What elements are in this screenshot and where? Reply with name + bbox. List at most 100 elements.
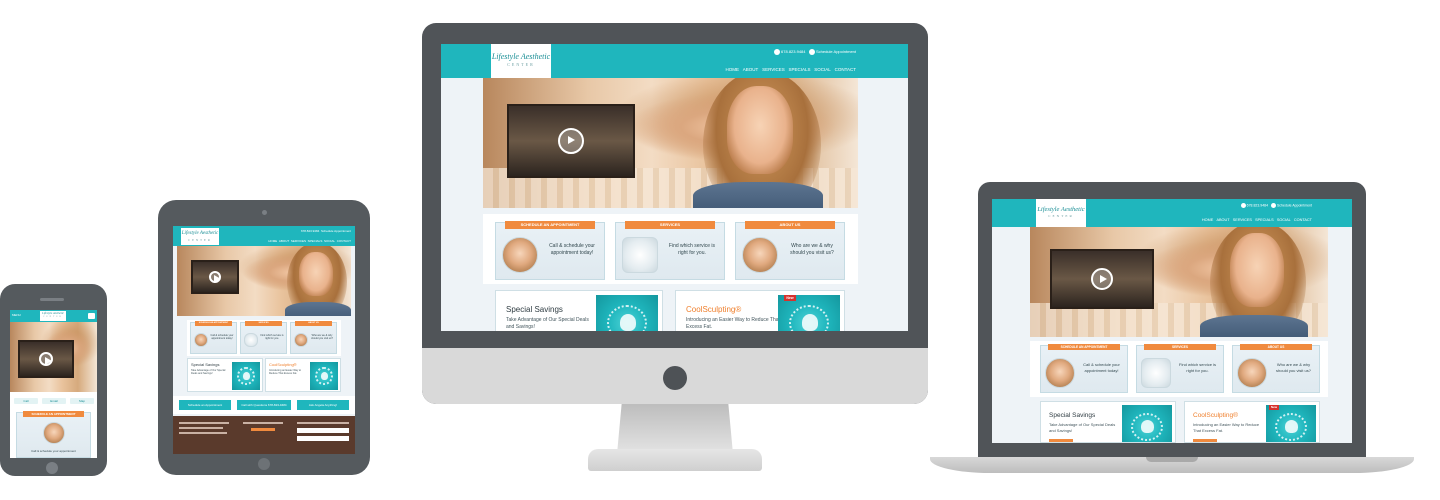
promo-title: Special Savings [191,362,220,367]
card-services[interactable]: SERVICES Find which service is right for… [1136,344,1224,393]
tablet-logo[interactable]: Lifestyle Aesthetic CENTER [181,228,219,245]
schedule-appointment-button[interactable]: Schedule an Appointment [179,400,231,410]
nav-services[interactable]: SERVICES [762,67,785,72]
desktop-logo[interactable]: Lifestyle Aesthetic CENTER [491,44,551,78]
promo-special-savings[interactable]: Special Savings Take Advantage of Our Sp… [495,290,663,331]
newsletter-input[interactable] [297,428,349,433]
laptop-logo[interactable]: Lifestyle Aesthetic CENTER [1036,199,1086,227]
coolsculpting-image [1266,405,1316,442]
logo-text: Lifestyle Aesthetic [181,231,219,236]
card-about[interactable]: ABOUT US Who are we & why should you vis… [1232,344,1320,393]
tablet-camera [262,210,267,215]
nav-social[interactable]: SOCIAL [814,67,831,72]
phone-number[interactable]: 678.823.9484 [301,229,319,233]
play-icon[interactable] [39,352,53,366]
nav-social[interactable]: SOCIAL [324,239,335,243]
desktop-hero [483,78,858,208]
email-button[interactable]: Email [42,398,66,404]
promo-coolsculpting[interactable]: CoolSculpting® Introducing an Easier Way… [1184,401,1320,443]
hero-face [727,86,793,174]
footer-text-line [179,432,227,434]
call-button[interactable]: Call [14,398,38,404]
map-button[interactable]: Map [70,398,94,404]
nav-home[interactable]: HOME [726,67,740,72]
call-questions-button[interactable]: Call with Questions 678-823-9484 [237,400,291,410]
nav-home[interactable]: HOME [268,239,277,243]
logo-subtext: CENTER [188,238,212,242]
phone-speaker [40,298,64,301]
newsletter-input[interactable] [297,436,349,441]
card-ribbon: SERVICES [244,321,283,326]
nav-specials[interactable]: SPECIALS [789,67,811,72]
promo-coolsculpting[interactable]: CoolSculpting® Introducing an Easier Way… [675,290,845,331]
nav-services[interactable]: SERVICES [1233,218,1252,222]
logo-subtext: CENTER [507,62,535,67]
laptop-notch [1146,457,1198,462]
play-icon[interactable] [558,128,584,154]
apple-logo-icon [663,366,687,390]
card-text: Who are we & why should you visit us? [790,243,834,256]
video-player[interactable] [18,340,74,378]
nav-about[interactable]: ABOUT [279,239,289,243]
video-player[interactable] [507,104,635,178]
tablet-home-button [258,458,270,470]
calendar-icon [1270,203,1276,208]
ask-angela-button[interactable]: Ask Angela Anything! [297,400,349,410]
card-ribbon: SCHEDULE AN APPOINTMENT [1047,344,1121,350]
device-photo [622,237,658,273]
card-services[interactable]: SERVICES Find which service is right for… [240,321,287,354]
hero-shirt [693,182,823,208]
phone-device: MENU Lifestyle Aesthetic CENTER Call Ema… [0,284,107,476]
nav-home[interactable]: HOME [1202,218,1213,222]
promo-special-savings[interactable]: Special Savings Take Advantage of Our Sp… [1040,401,1176,443]
schedule-link[interactable]: Schedule Appointment [816,49,856,54]
card-about[interactable]: ABOUT US Who are we & why should you vis… [735,221,845,280]
nav-contact[interactable]: CONTACT [337,239,351,243]
phone-home-button [46,462,58,474]
new-badge: New [784,295,796,301]
card-about[interactable]: ABOUT US Who are we & why should you vis… [290,321,337,354]
learn-more-button[interactable] [1193,439,1217,442]
card-schedule[interactable]: SCHEDULE AN APPOINTMENT Call & schedule … [190,321,237,354]
phone-logo[interactable]: Lifestyle Aesthetic CENTER [40,311,66,321]
phone-screen: MENU Lifestyle Aesthetic CENTER Call Ema… [10,310,97,458]
card-ribbon: SCHEDULE AN APPOINTMENT [194,321,233,326]
card-services[interactable]: SERVICES Find which service is right for… [615,221,725,280]
nav-specials[interactable]: SPECIALS [1255,218,1274,222]
desktop-monitor: Lifestyle Aesthetic CENTER 678.823.9484 … [422,23,928,404]
schedule-link[interactable]: Schedule Appointment [1277,203,1312,207]
nav-social[interactable]: SOCIAL [1277,218,1291,222]
tablet-contact: 678.823.9484 Schedule Appointment [301,229,351,233]
phone-appointment-card[interactable]: SCHEDULE AN APPOINTMENT Call & schedule … [16,411,91,458]
play-icon[interactable] [209,271,222,284]
nav-specials[interactable]: SPECIALS [308,239,323,243]
phone-icon [1240,203,1246,208]
laptop-cards: SCHEDULE AN APPOINTMENT Call & schedule … [1030,341,1328,397]
nav-contact[interactable]: CONTACT [1294,218,1312,222]
schedule-link[interactable]: Schedule Appointment [321,229,351,233]
phone-menu-button[interactable]: MENU [12,313,21,317]
video-player[interactable] [1050,249,1154,309]
desktop-screen: Lifestyle Aesthetic CENTER 678.823.9484 … [441,44,908,331]
promo-coolsculpting[interactable]: CoolSculpting® Introducing an Easier Way… [265,358,341,392]
play-icon[interactable] [1091,268,1113,290]
search-icon[interactable] [88,313,95,319]
card-schedule[interactable]: SCHEDULE AN APPOINTMENT Call & schedule … [1040,344,1128,393]
laptop-nav: HOME ABOUT SERVICES SPECIALS SOCIAL CONT… [1202,218,1312,222]
card-text: Call & schedule your appointment today! [210,334,234,340]
phone-number[interactable]: 678.823.9484 [1247,203,1268,207]
laptop-contact: 678.823.9484 Schedule Appointment [1240,203,1312,208]
special-savings-image [1122,405,1172,442]
phone-number[interactable]: 678.823.9484 [781,49,805,54]
nav-about[interactable]: ABOUT [1216,218,1229,222]
nav-about[interactable]: ABOUT [743,67,759,72]
learn-more-button[interactable] [1049,439,1073,442]
footer-text-line [179,427,223,429]
hero-face [299,252,333,296]
nav-services[interactable]: SERVICES [291,239,306,243]
promo-special-savings[interactable]: Special Savings Take Advantage of Our Sp… [187,358,263,392]
nav-contact[interactable]: CONTACT [835,67,856,72]
video-player[interactable] [191,260,239,294]
card-schedule[interactable]: SCHEDULE AN APPOINTMENT Call & schedule … [495,221,605,280]
promo-text: Take Advantage of Our Special Deals and … [506,317,589,330]
